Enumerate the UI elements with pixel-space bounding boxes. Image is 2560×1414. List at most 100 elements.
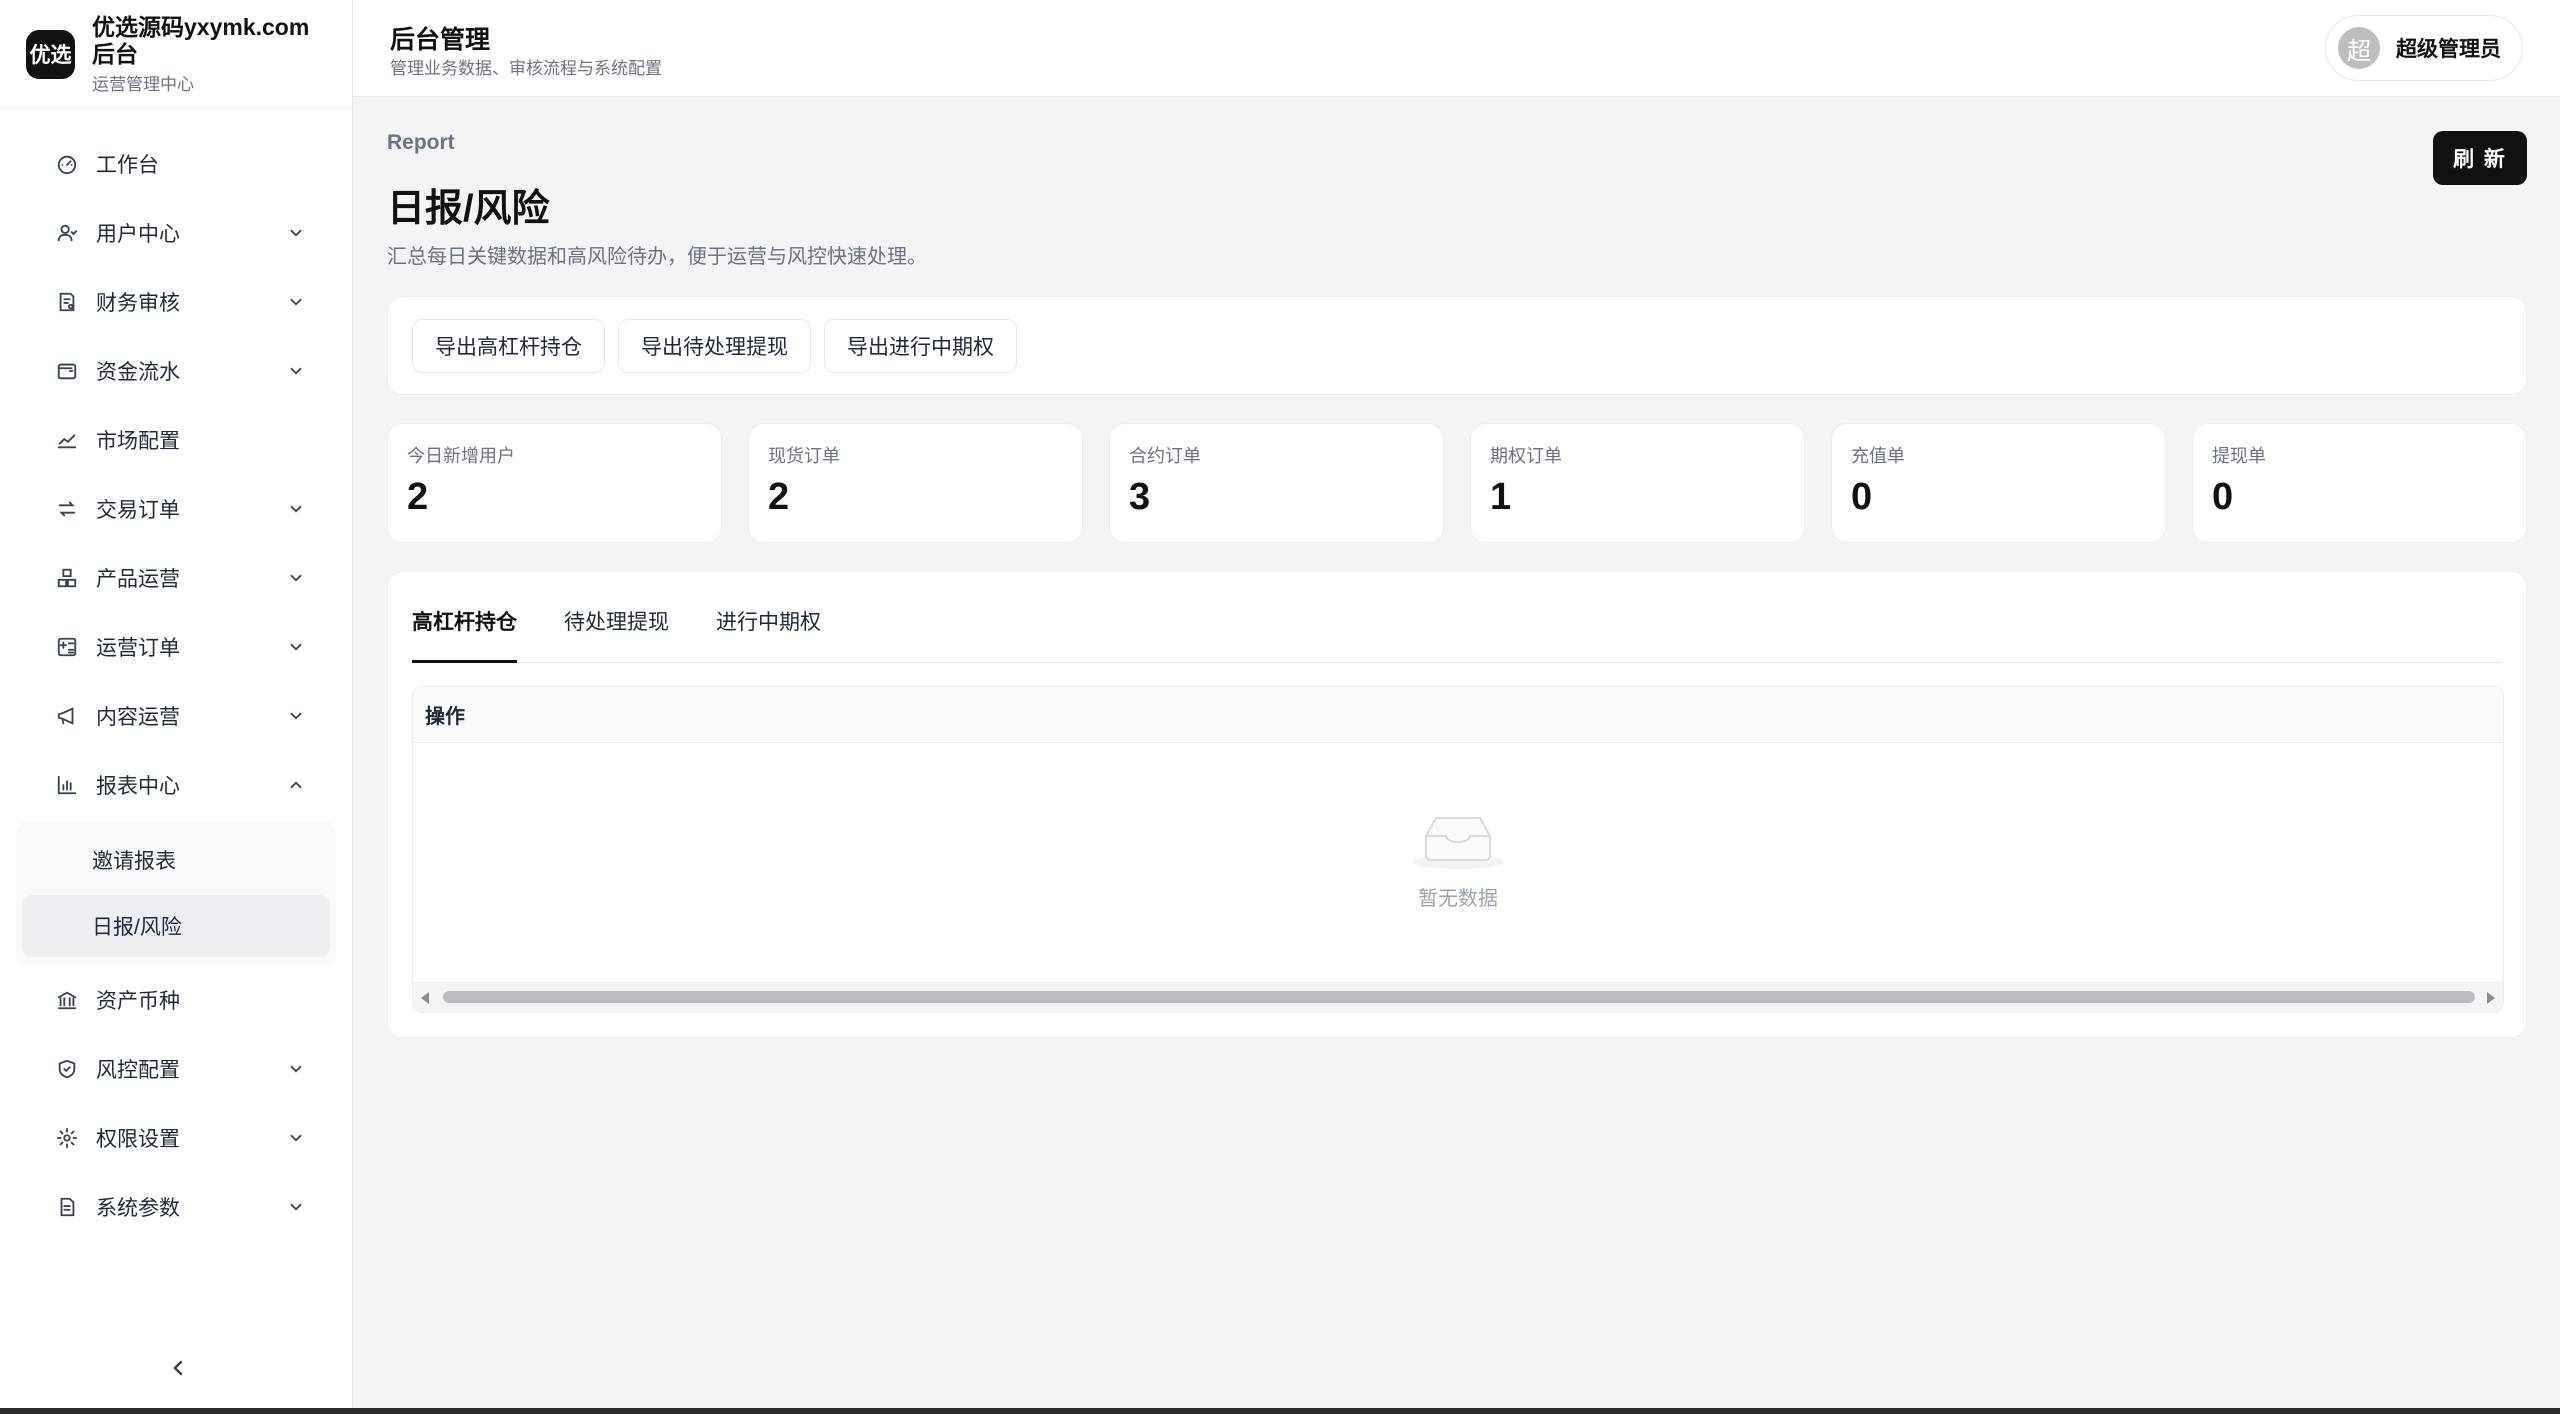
page-eyebrow: Report [387, 131, 455, 154]
stat-card-spot-orders: 现货订单 2 [748, 423, 1083, 543]
stat-value: 0 [1851, 476, 1873, 518]
brand: 优选 优选源码yxymk.com后台 运营管理中心 [0, 0, 352, 109]
receipt-icon [56, 291, 78, 313]
sidebar-item-report-center[interactable]: 报表中心 [0, 750, 352, 819]
stat-card-new-users: 今日新增用户 2 [387, 423, 722, 543]
stat-value: 1 [1490, 476, 1512, 518]
sidebar-item-ops-orders[interactable]: 运营订单 [0, 612, 352, 681]
tab-pending-withdrawals[interactable]: 待处理提现 [564, 571, 669, 662]
sidebar-item-label: 资产币种 [96, 989, 180, 1013]
sidebar-item-label: 风控配置 [96, 1058, 180, 1082]
scroll-left-icon[interactable] [421, 992, 429, 1004]
sidebar: 优选 优选源码yxymk.com后台 运营管理中心 工作台 用户中心 财务审核 … [0, 0, 353, 1414]
scroll-right-icon[interactable] [2487, 992, 2495, 1004]
brand-logo: 优选 [26, 29, 75, 79]
column-header-actions: 操作 [425, 706, 465, 728]
stat-label: 现货订单 [768, 446, 840, 466]
chevron-down-icon [287, 500, 305, 518]
chevron-down-icon [287, 1060, 305, 1078]
brand-text: 优选源码yxymk.com后台 运营管理中心 [92, 14, 332, 95]
dashboard-icon [56, 153, 78, 175]
sidebar-item-user-center[interactable]: 用户中心 [0, 198, 352, 267]
chevron-down-icon [287, 293, 305, 311]
megaphone-icon [56, 705, 78, 727]
sidebar-item-label: 工作台 [96, 153, 159, 177]
sidebar-item-permissions[interactable]: 权限设置 [0, 1103, 352, 1172]
export-active-options-button[interactable]: 导出进行中期权 [824, 318, 1017, 373]
stat-value: 3 [1129, 476, 1151, 518]
document-icon [56, 1196, 78, 1218]
shield-icon [56, 1058, 78, 1080]
export-pending-withdrawals-button[interactable]: 导出待处理提现 [618, 318, 811, 373]
empty-state: 暂无数据 [413, 743, 2503, 973]
refresh-button[interactable]: 刷 新 [2433, 131, 2527, 185]
sidebar-item-risk-config[interactable]: 风控配置 [0, 1034, 352, 1103]
sidebar-item-asset-currency[interactable]: 资产币种 [0, 965, 352, 1034]
scrollbar-thumb[interactable] [443, 991, 2475, 1003]
bar-chart-icon [56, 774, 78, 796]
table-header: 操作 [413, 687, 2503, 743]
sidebar-item-label: 权限设置 [96, 1127, 180, 1151]
header-title: 后台管理 [390, 26, 491, 54]
chevron-down-icon [287, 1198, 305, 1216]
report-submenu: 邀请报表 日报/风险 [16, 821, 336, 965]
chevron-down-icon [287, 569, 305, 587]
sidebar-item-label: 财务审核 [96, 291, 180, 315]
risk-table-card: 高杠杆持仓 待处理提现 进行中期权 操作 暂无数据 [387, 571, 2527, 1038]
bank-icon [56, 989, 78, 1011]
chart-line-icon [56, 429, 78, 451]
header-subtitle: 管理业务数据、审核流程与系统配置 [390, 59, 662, 78]
chevron-down-icon [287, 638, 305, 656]
sidebar-item-dashboard[interactable]: 工作台 [0, 129, 352, 198]
data-table: 操作 暂无数据 [412, 686, 2504, 1013]
sidebar-item-fund-flow[interactable]: 资金流水 [0, 336, 352, 405]
brand-subtitle: 运营管理中心 [92, 74, 194, 94]
sidebar-item-trade-orders[interactable]: 交易订单 [0, 474, 352, 543]
chevron-down-icon [287, 1129, 305, 1147]
calculator-icon [56, 636, 78, 658]
swap-icon [56, 498, 78, 520]
sidebar-item-label: 交易订单 [96, 498, 180, 522]
collapse-sidebar-icon[interactable] [166, 1356, 190, 1380]
sidebar-item-daily-risk[interactable]: 日报/风险 [22, 895, 330, 957]
empty-inbox-icon [1408, 806, 1508, 870]
sidebar-item-label: 市场配置 [96, 429, 180, 453]
stat-value: 2 [768, 476, 790, 518]
chevron-down-icon [287, 224, 305, 242]
sidebar-item-finance-review[interactable]: 财务审核 [0, 267, 352, 336]
user-menu[interactable]: 超 超级管理员 [2325, 15, 2523, 81]
sidebar-item-label: 系统参数 [96, 1196, 180, 1220]
stat-card-option-orders: 期权订单 1 [1470, 423, 1805, 543]
brand-name: 优选源码yxymk.com后台 [92, 13, 310, 67]
sidebar-item-content-ops[interactable]: 内容运营 [0, 681, 352, 750]
tab-high-leverage[interactable]: 高杠杆持仓 [412, 571, 517, 663]
empty-text: 暂无数据 [1418, 887, 1498, 910]
avatar: 超 [2338, 27, 2380, 69]
export-high-leverage-button[interactable]: 导出高杠杆持仓 [412, 318, 605, 373]
stat-label: 期权订单 [1490, 446, 1562, 466]
chevron-up-icon [287, 776, 305, 794]
sidebar-item-label: 运营订单 [96, 636, 180, 660]
top-header: 后台管理 管理业务数据、审核流程与系统配置 超 超级管理员 [353, 0, 2560, 97]
tab-active-options[interactable]: 进行中期权 [716, 571, 821, 662]
sidebar-item-system-params[interactable]: 系统参数 [0, 1172, 352, 1241]
tab-bar: 高杠杆持仓 待处理提现 进行中期权 [412, 572, 2502, 663]
stat-card-deposits: 充值单 0 [1831, 423, 2166, 543]
chevron-down-icon [287, 362, 305, 380]
sidebar-item-product-ops[interactable]: 产品运营 [0, 543, 352, 612]
stat-card-contract-orders: 合约订单 3 [1109, 423, 1444, 543]
boxes-icon [56, 567, 78, 589]
stat-value: 0 [2212, 476, 2234, 518]
horizontal-scrollbar[interactable] [413, 982, 2503, 1012]
stat-value: 2 [407, 476, 429, 518]
sidebar-item-label: 报表中心 [96, 774, 180, 798]
sidebar-item-market-config[interactable]: 市场配置 [0, 405, 352, 474]
stat-label: 合约订单 [1129, 446, 1201, 466]
gear-icon [56, 1127, 78, 1149]
stat-label: 今日新增用户 [407, 446, 515, 466]
window-bottom-edge [0, 1408, 2560, 1414]
export-toolbar: 导出高杠杆持仓 导出待处理提现 导出进行中期权 [387, 296, 2527, 395]
user-name: 超级管理员 [2396, 38, 2501, 61]
sidebar-item-invite-report[interactable]: 邀请报表 [22, 829, 330, 891]
chevron-down-icon [287, 707, 305, 725]
